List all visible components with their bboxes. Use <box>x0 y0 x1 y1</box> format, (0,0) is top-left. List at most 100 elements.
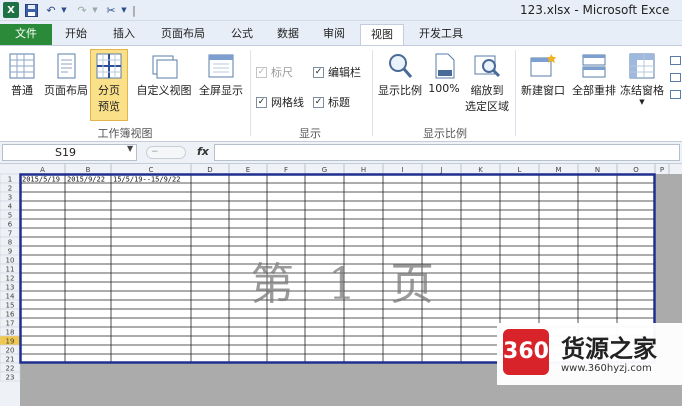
column-header-L[interactable]: L <box>518 166 522 174</box>
qat-separator: | <box>132 3 136 17</box>
insert-function-icon[interactable]: fx <box>197 145 209 158</box>
tab-data[interactable]: 数据 <box>268 24 308 45</box>
row-number-20: 20 <box>6 347 15 355</box>
customize-qat-icon[interactable]: ▼ <box>120 2 128 18</box>
column-header-E[interactable]: E <box>246 166 250 174</box>
ruler-checkbox[interactable]: ✓ 标尺 <box>256 64 293 80</box>
row-number-2: 2 <box>8 185 12 193</box>
column-header-I[interactable]: I <box>401 166 403 174</box>
column-header-H[interactable]: H <box>361 166 366 174</box>
freeze-panes-dropdown-icon[interactable]: ▼ <box>618 98 666 106</box>
formula-bar: S19 ▼ − fx <box>0 142 682 164</box>
tab-file[interactable]: 文件 <box>0 24 52 45</box>
unhide-icon[interactable] <box>670 90 681 99</box>
arrange-all-button[interactable]: 全部重排 <box>568 52 620 98</box>
split-icon[interactable] <box>670 56 681 65</box>
window-title: 123.xlsx - Microsoft Exce <box>520 3 670 17</box>
row-number-14: 14 <box>6 293 15 301</box>
ruler-label: 标尺 <box>271 66 293 79</box>
column-header-P[interactable]: P <box>660 166 664 174</box>
redo-icon[interactable]: ↷ <box>75 2 89 18</box>
tab-formulas[interactable]: 公式 <box>222 24 262 45</box>
name-box-dropdown-icon[interactable]: ▼ <box>127 144 133 153</box>
gridlines-checkbox[interactable]: ✓ 网格线 <box>256 94 304 110</box>
normal-view-button[interactable]: 普通 <box>3 52 41 98</box>
column-header-F[interactable]: F <box>284 166 288 174</box>
excel-icon[interactable]: X <box>3 2 19 18</box>
row-number-8: 8 <box>8 239 12 247</box>
custom-views-button[interactable]: 自定义视图 <box>134 52 194 98</box>
ribbon-panel: 普通 页面布局 分页 预览 自定义视图 全屏显示 工作簿视图 ✓ 标尺 ✓ 编辑… <box>0 45 682 142</box>
gridlines-check-icon: ✓ <box>256 96 267 108</box>
name-box[interactable]: S19 <box>2 144 137 161</box>
ribbon-tabs: 文件 开始 插入 页面布局 公式 数据 审阅 视图 开发工具 <box>0 21 682 45</box>
cell-A1[interactable]: 2015/5/19 <box>22 176 60 184</box>
page-layout-view-button[interactable]: 页面布局 <box>42 52 90 98</box>
formula-bar-checkbox[interactable]: ✓ 编辑栏 <box>313 64 361 80</box>
freeze-panes-label: 冻结窗格 <box>620 84 664 97</box>
formula-input[interactable] <box>214 144 680 161</box>
page-layout-icon <box>57 53 76 79</box>
full-screen-button[interactable]: 全屏显示 <box>195 52 247 98</box>
custom-views-label: 自定义视图 <box>136 84 192 97</box>
hide-icon[interactable] <box>670 73 681 82</box>
zoom-to-selection-label-2: 选定区域 <box>465 100 509 113</box>
undo-dropdown-icon[interactable]: ▼ <box>60 2 68 18</box>
column-header-O[interactable]: O <box>633 166 639 174</box>
row-number-4: 4 <box>8 203 13 211</box>
headings-checkbox[interactable]: ✓ 标题 <box>313 94 350 110</box>
zoom-to-selection-label-1: 缩放到 <box>470 84 504 97</box>
column-header-C[interactable]: C <box>149 166 154 174</box>
page-layout-view-label: 页面布局 <box>44 84 88 97</box>
formula-bar-expand-icon[interactable]: − <box>146 146 186 159</box>
column-header-K[interactable]: K <box>478 166 483 174</box>
group-separator <box>372 50 373 136</box>
tab-page-layout[interactable]: 页面布局 <box>152 24 214 45</box>
row-number-7: 7 <box>8 230 12 238</box>
row-number-17: 17 <box>6 320 15 328</box>
zoom-button[interactable]: 显示比例 <box>376 52 424 98</box>
tab-view[interactable]: 视图 <box>360 24 404 45</box>
row-number-6: 6 <box>8 221 13 229</box>
row-number-3: 3 <box>8 194 12 202</box>
zoom-100-button[interactable]: 100% <box>426 52 462 95</box>
page-break-preview-label-1: 分页 <box>98 84 120 97</box>
tab-home[interactable]: 开始 <box>56 24 96 45</box>
column-header-N[interactable]: N <box>595 166 600 174</box>
tools-icon[interactable]: ✂ <box>104 2 118 18</box>
column-header-M[interactable]: M <box>555 166 561 174</box>
zoom-to-selection-icon <box>474 55 501 78</box>
redo-dropdown-icon[interactable]: ▼ <box>91 2 99 18</box>
formula-bar-label: 编辑栏 <box>328 66 361 79</box>
column-header-J[interactable]: J <box>439 166 442 174</box>
save-icon[interactable] <box>24 2 38 18</box>
page-break-preview-label-2: 预览 <box>98 100 120 113</box>
arrange-all-label: 全部重排 <box>572 84 616 97</box>
undo-icon[interactable]: ↶ <box>44 2 58 18</box>
column-header-bar <box>0 164 682 174</box>
new-window-button[interactable]: 新建窗口 <box>518 52 568 98</box>
cell-B1[interactable]: 2015/9/22 <box>67 176 105 184</box>
freeze-panes-button[interactable]: 冻结窗格 ▼ <box>618 52 666 106</box>
tab-review[interactable]: 审阅 <box>314 24 354 45</box>
column-header-A[interactable]: A <box>40 166 45 174</box>
row-number-21: 21 <box>6 356 15 364</box>
zoom-label: 显示比例 <box>378 84 422 97</box>
row-number-22: 22 <box>6 365 15 373</box>
title-bar: X ↶ ▼ ↷ ▼ ✂ ▼ | 123.xlsx - Microsoft Exc… <box>0 0 682 21</box>
magnifier-icon <box>389 54 413 78</box>
group-separator <box>515 50 516 136</box>
row-number-13: 13 <box>6 284 15 292</box>
tab-insert[interactable]: 插入 <box>104 24 144 45</box>
cell-C1[interactable]: 15/5/19--15/9/22 <box>113 176 180 184</box>
column-header-G[interactable]: G <box>322 166 327 174</box>
row-number-16: 16 <box>6 311 15 319</box>
page-break-preview-icon <box>96 53 122 79</box>
page-break-preview-button[interactable]: 分页 预览 <box>90 49 128 121</box>
tab-developer[interactable]: 开发工具 <box>410 24 472 45</box>
column-header-B[interactable]: B <box>86 166 91 174</box>
column-header-D[interactable]: D <box>207 166 212 174</box>
row-number-15: 15 <box>6 302 15 310</box>
zoom-to-selection-button[interactable]: 缩放到 选定区域 <box>462 52 512 114</box>
normal-view-label: 普通 <box>11 84 33 97</box>
